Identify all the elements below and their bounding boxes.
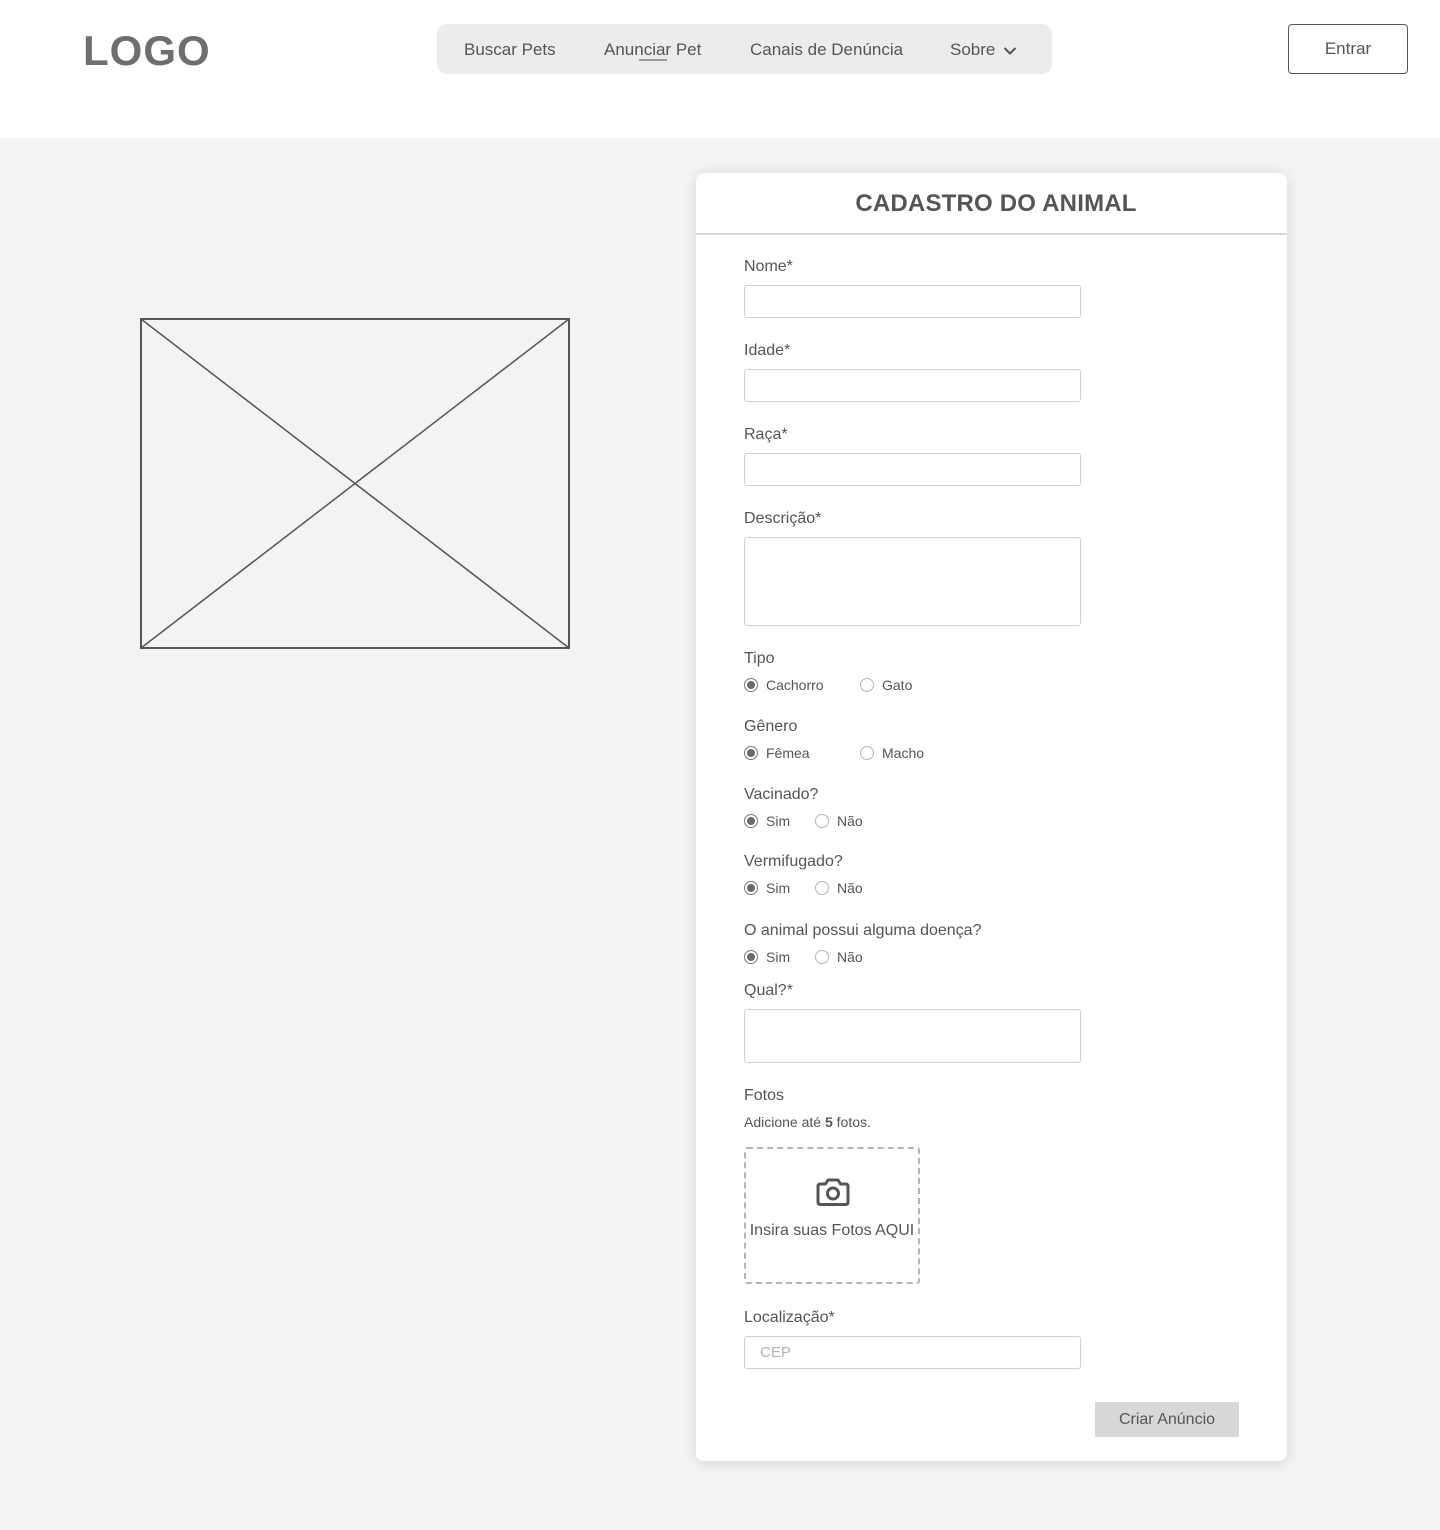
radio-selected-icon: [744, 950, 758, 964]
nav-sobre-dropdown[interactable]: Sobre: [950, 40, 1017, 60]
nav-sobre-label: Sobre: [950, 40, 996, 59]
radio-unselected-icon: [860, 678, 874, 692]
doenca-sim-radio[interactable]: Sim: [744, 949, 790, 965]
radio-label: Sim: [766, 813, 791, 829]
image-placeholder: [140, 318, 570, 649]
site-header: LOGO Buscar Pets Anunciar Pet Canais de …: [0, 0, 1440, 138]
animal-form-card: CADASTRO DO ANIMAL Nome* Idade* Raça* De…: [696, 173, 1287, 1461]
radio-label: Macho: [882, 745, 925, 761]
photo-upload-dropzone[interactable]: Insira suas Fotos AQUI: [744, 1147, 920, 1284]
radio-label: Não: [837, 949, 863, 965]
descricao-label: Descrição*: [744, 510, 822, 527]
radio-label: Sim: [766, 949, 791, 965]
logo[interactable]: LOGO: [83, 27, 211, 75]
title-divider: [696, 233, 1287, 235]
raca-label: Raça*: [744, 426, 788, 443]
radio-selected-icon: [744, 678, 758, 692]
radio-selected-icon: [744, 746, 758, 760]
genero-macho-radio[interactable]: Macho: [860, 745, 924, 761]
tipo-cachorro-radio[interactable]: Cachorro: [744, 677, 824, 693]
cep-input[interactable]: [744, 1336, 1081, 1369]
tipo-gato-radio[interactable]: Gato: [860, 677, 912, 693]
radio-label: Sim: [766, 880, 791, 896]
genero-label: Gênero: [744, 718, 798, 735]
vacinado-label: Vacinado?: [744, 786, 819, 803]
descricao-textarea[interactable]: [744, 537, 1081, 626]
radio-label: Não: [837, 880, 863, 896]
localizacao-label: Localização*: [744, 1309, 835, 1326]
nav-canais-denuncia[interactable]: Canais de Denúncia: [750, 40, 903, 60]
doenca-label: O animal possui alguma doença?: [744, 922, 982, 939]
raca-input[interactable]: [744, 453, 1081, 486]
idade-input[interactable]: [744, 369, 1081, 402]
fotos-max-count: 5: [824, 1114, 833, 1130]
upload-text: Insira suas Fotos AQUI: [749, 1222, 915, 1239]
vermifugado-nao-radio[interactable]: Não: [815, 880, 863, 896]
idade-label: Idade*: [744, 342, 791, 359]
nome-label: Nome*: [744, 258, 793, 275]
fotos-label: Fotos: [744, 1087, 785, 1104]
login-button[interactable]: Entrar: [1288, 24, 1408, 74]
vacinado-sim-radio[interactable]: Sim: [744, 813, 790, 829]
tipo-label: Tipo: [744, 650, 775, 667]
qual-label: Qual?*: [744, 982, 793, 999]
nav-anunciar-pet-label: Anunciar Pet: [604, 40, 702, 59]
radio-selected-icon: [744, 814, 758, 828]
form-title: CADASTRO DO ANIMAL: [855, 190, 1137, 217]
nav-anunciar-pet[interactable]: Anunciar Pet: [604, 40, 702, 61]
radio-label: Fêmea: [766, 745, 810, 761]
doenca-nao-radio[interactable]: Não: [815, 949, 863, 965]
camera-icon: [816, 1178, 850, 1206]
qual-textarea[interactable]: [744, 1009, 1081, 1063]
vacinado-nao-radio[interactable]: Não: [815, 813, 863, 829]
criar-anuncio-button[interactable]: Criar Anúncio: [1095, 1402, 1239, 1437]
radio-unselected-icon: [815, 950, 829, 964]
radio-unselected-icon: [815, 881, 829, 895]
radio-unselected-icon: [815, 814, 829, 828]
vermifugado-sim-radio[interactable]: Sim: [744, 880, 790, 896]
chevron-down-icon: [1004, 47, 1017, 55]
active-indicator: [639, 59, 667, 61]
nav-buscar-pets[interactable]: Buscar Pets: [464, 40, 556, 60]
radio-selected-icon: [744, 881, 758, 895]
radio-unselected-icon: [860, 746, 874, 760]
nome-input[interactable]: [744, 285, 1081, 318]
main-nav: Buscar Pets Anunciar Pet Canais de Denún…: [437, 24, 1052, 74]
fotos-hint: Adicione até 5 fotos.: [744, 1114, 871, 1130]
vermifugado-label: Vermifugado?: [744, 853, 843, 870]
genero-femea-radio[interactable]: Fêmea: [744, 745, 810, 761]
radio-label: Gato: [882, 677, 913, 693]
radio-label: Cachorro: [766, 677, 824, 693]
radio-label: Não: [837, 813, 863, 829]
